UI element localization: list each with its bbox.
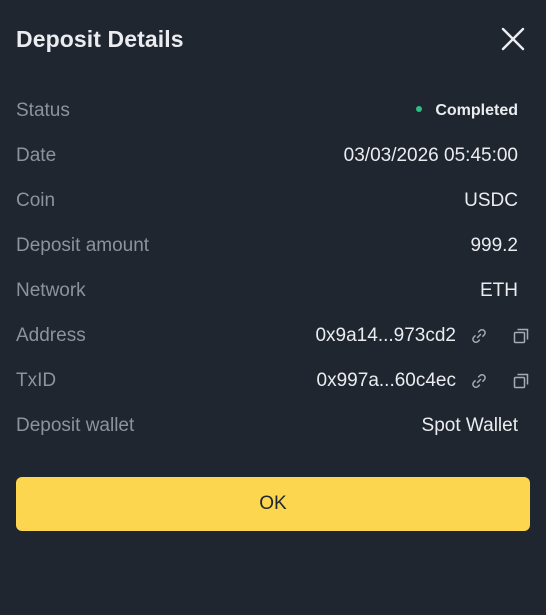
amount-value: 999.2: [470, 234, 518, 256]
address-link-icon[interactable]: [470, 327, 488, 345]
txid-copy-icon[interactable]: [512, 372, 530, 390]
network-row: Network ETH: [16, 268, 530, 313]
txid-label: TxID: [16, 369, 57, 391]
date-value: 03/03/2026 05:45:00: [343, 144, 518, 166]
coin-value: USDC: [464, 189, 518, 211]
status-badge: Completed: [435, 101, 518, 119]
amount-label: Deposit amount: [16, 234, 150, 256]
date-label: Date: [16, 144, 57, 166]
address-value: 0x9a14...973cd2: [315, 324, 456, 346]
txid-value: 0x997a...60c4ec: [316, 369, 456, 391]
close-icon: [501, 27, 525, 51]
address-copy-icon[interactable]: [512, 327, 530, 345]
wallet-value: Spot Wallet: [421, 414, 518, 436]
amount-row: Deposit amount 999.2: [16, 223, 530, 268]
status-label: Status: [16, 99, 70, 121]
details-list: Status Completed Date 03/03/2026 05:45:0…: [16, 88, 530, 448]
wallet-row: Deposit wallet Spot Wallet: [16, 403, 530, 448]
address-row: Address 0x9a14...973cd2: [16, 313, 530, 358]
coin-label: Coin: [16, 189, 56, 211]
date-row: Date 03/03/2026 05:45:00: [16, 133, 530, 178]
address-label: Address: [16, 324, 86, 346]
network-label: Network: [16, 279, 86, 301]
status-dot-icon: [416, 105, 423, 112]
status-value: Completed: [416, 102, 530, 120]
modal-title: Deposit Details: [16, 26, 184, 52]
network-value: ETH: [480, 279, 518, 301]
ok-button[interactable]: OK: [16, 477, 530, 531]
deposit-details-modal: Deposit Details Status Completed Date 03…: [0, 0, 546, 615]
coin-row: Coin USDC: [16, 178, 530, 223]
status-row: Status Completed: [16, 88, 530, 133]
txid-row: TxID 0x997a...60c4ec: [16, 358, 530, 403]
txid-link-icon[interactable]: [470, 372, 488, 390]
close-button[interactable]: [500, 26, 526, 52]
wallet-label: Deposit wallet: [16, 414, 135, 436]
